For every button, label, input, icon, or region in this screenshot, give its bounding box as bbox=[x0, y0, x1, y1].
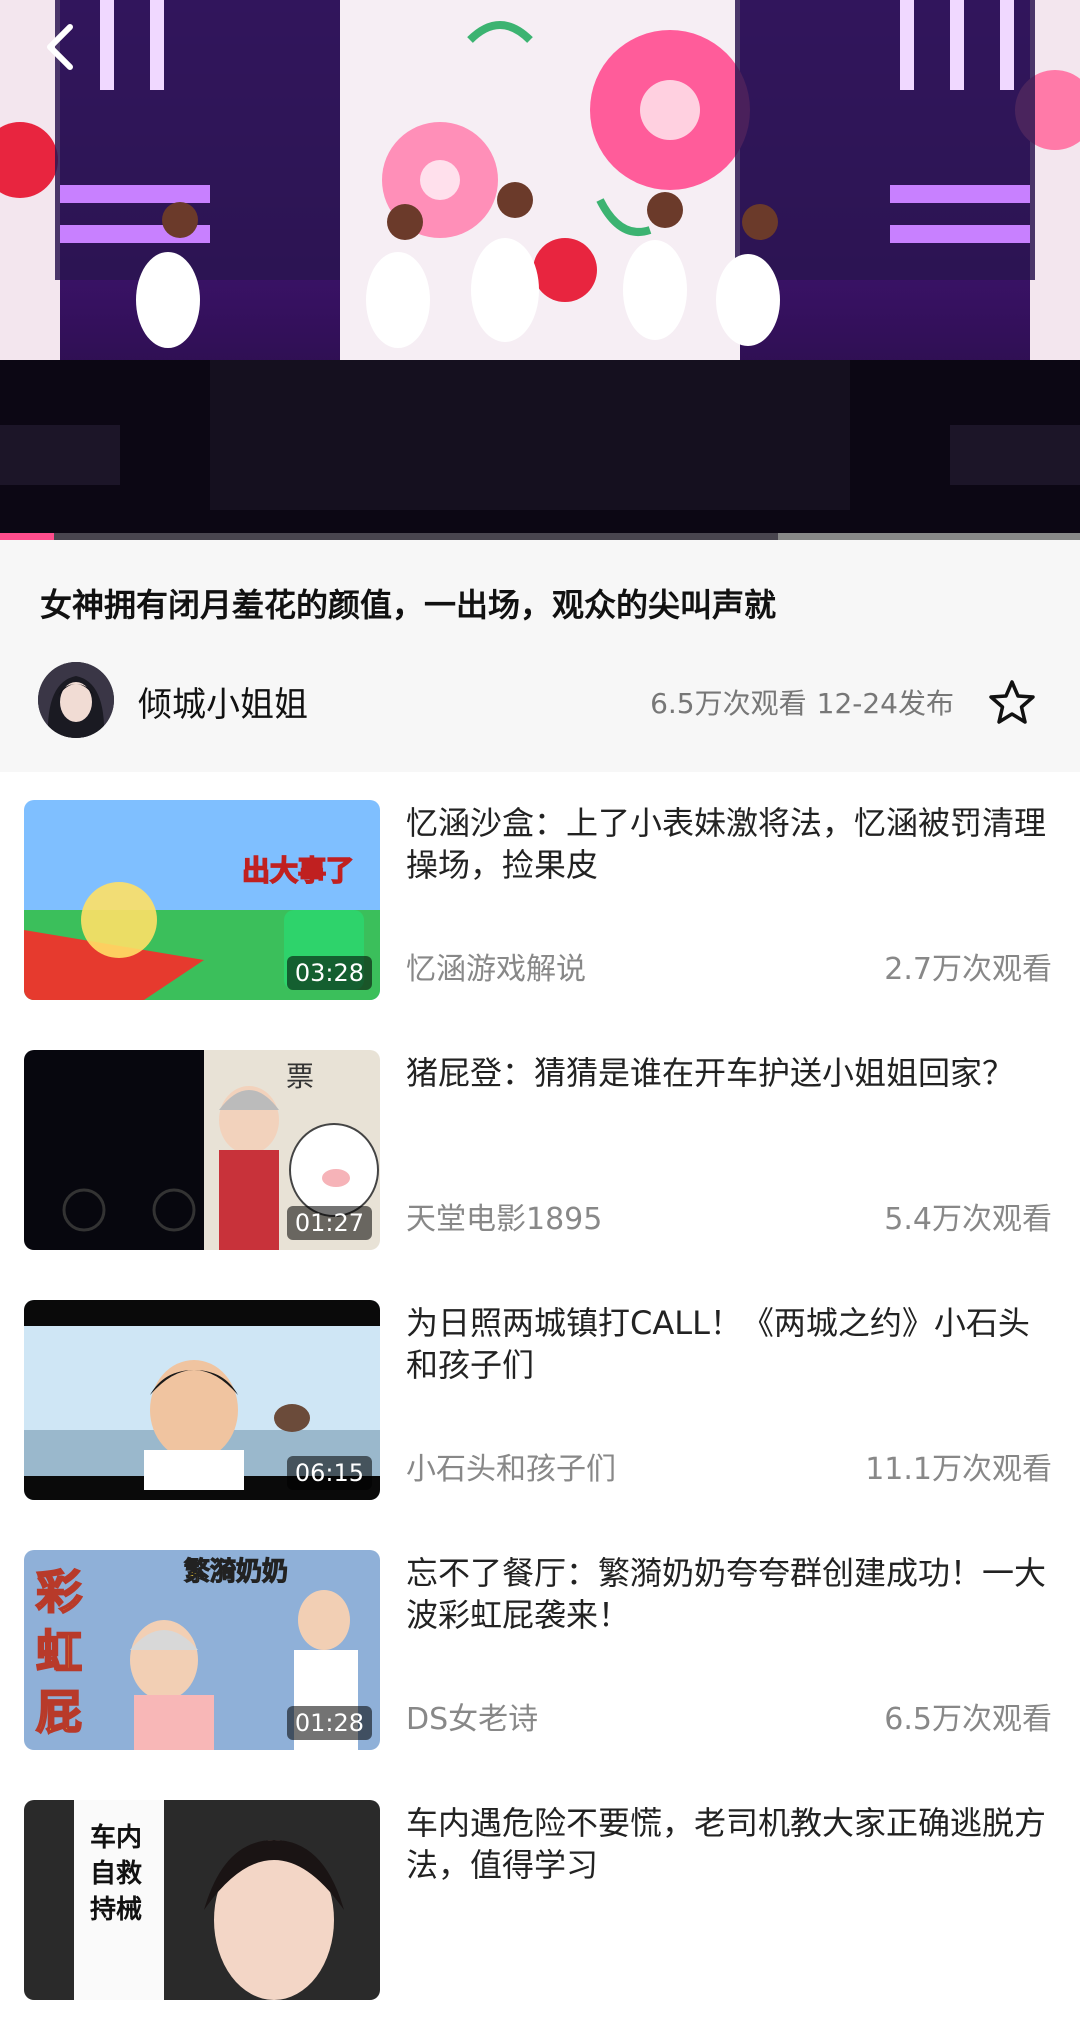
star-outline-icon bbox=[989, 680, 1035, 724]
related-video-views: 2.7万次观看 bbox=[884, 952, 1052, 987]
related-video-item[interactable]: 彩 虹 屁 繁漪奶奶 01:28 忘不了餐厅：繁漪奶奶夸夸群创建成功！一大波彩虹… bbox=[0, 1522, 1080, 1772]
video-info: 女神拥有闭月羞花的颜值，一出场，观众的尖叫声就 倾城小姐姐 6.5万次观看 12-… bbox=[0, 540, 1080, 772]
related-video-views: 11.1万次观看 bbox=[865, 1452, 1052, 1487]
buffered-bar bbox=[777, 533, 1080, 540]
progress-bar[interactable] bbox=[0, 533, 1080, 540]
related-video-item[interactable]: 票 01:27 猪屁登：猜猜是谁在开车护送小姐姐回家？ 天堂电影1895 5.4… bbox=[0, 1022, 1080, 1272]
thumbnail-image: 车内 自救 持械 bbox=[24, 1800, 380, 2000]
video-duration: 01:28 bbox=[286, 1706, 372, 1740]
svg-text:繁漪奶奶: 繁漪奶奶 bbox=[184, 1556, 288, 1587]
related-video-channel: 小石头和孩子们 bbox=[406, 1452, 616, 1487]
svg-text:车内: 车内 bbox=[90, 1822, 142, 1853]
svg-text:持械: 持械 bbox=[90, 1895, 142, 1925]
video-thumbnail: 彩 虹 屁 繁漪奶奶 01:28 bbox=[24, 1550, 380, 1750]
related-video-title: 为日照两城镇打CALL！《两城之约》小石头和孩子们 bbox=[406, 1304, 1030, 1384]
related-video-channel: DS女老诗 bbox=[406, 1702, 539, 1737]
related-video-title: 忆涵沙盒：上了小表妹激将法，忆涵被罚清理操场，捡果皮 bbox=[406, 804, 1047, 884]
video-thumbnail: 票 01:27 bbox=[24, 1050, 380, 1250]
related-video-title: 猪屁登：猜猜是谁在开车护送小姐姐回家？ bbox=[406, 1054, 1015, 1092]
video-thumbnail: 出大事了 03:28 bbox=[24, 800, 380, 1000]
video-duration: 06:15 bbox=[286, 1456, 372, 1490]
related-video-channel: 忆涵游戏解说 bbox=[406, 952, 586, 987]
related-video-item[interactable]: 出大事了 03:28 忆涵沙盒：上了小表妹激将法，忆涵被罚清理操场，捡果皮 忆涵… bbox=[0, 772, 1080, 1022]
related-video-title: 忘不了餐厅：繁漪奶奶夸夸群创建成功！一大波彩虹屁袭来！ bbox=[406, 1554, 1047, 1634]
publish-date: 12-24发布 bbox=[816, 687, 954, 720]
related-video-views: 5.4万次观看 bbox=[884, 1202, 1052, 1237]
author-name[interactable]: 倾城小姐姐 bbox=[138, 677, 308, 726]
svg-text:彩: 彩 bbox=[36, 1565, 82, 1619]
related-video-item[interactable]: 06:15 为日照两城镇打CALL！《两城之约》小石头和孩子们 小石头和孩子们 … bbox=[0, 1272, 1080, 1522]
video-thumbnail: 车内 自救 持械 bbox=[24, 1800, 380, 2000]
back-button[interactable] bbox=[40, 22, 104, 86]
related-video-item[interactable]: 车内 自救 持械 车内遇危险不要慌，老司机教大家正确逃脱方法，值得学习 bbox=[0, 1772, 1080, 2022]
video-thumbnail: 06:15 bbox=[24, 1300, 380, 1500]
svg-text:屁: 屁 bbox=[36, 1685, 82, 1739]
video-frame bbox=[0, 0, 1080, 540]
video-title: 女神拥有闭月羞花的颜值，一出场，观众的尖叫声就 bbox=[40, 586, 777, 624]
chevron-left-icon bbox=[47, 24, 73, 70]
view-count: 6.5万次观看 bbox=[650, 687, 807, 720]
video-duration: 03:28 bbox=[286, 956, 372, 990]
video-player[interactable] bbox=[0, 0, 1080, 540]
video-duration: 01:27 bbox=[286, 1206, 372, 1240]
related-video-title: 车内遇危险不要慌，老司机教大家正确逃脱方法，值得学习 bbox=[406, 1804, 1047, 1884]
svg-text:虹: 虹 bbox=[36, 1625, 82, 1679]
avatar-image bbox=[38, 662, 114, 738]
svg-text:票: 票 bbox=[286, 1060, 314, 1093]
related-video-channel: 天堂电影1895 bbox=[406, 1202, 603, 1237]
svg-text:出大事了: 出大事了 bbox=[242, 854, 354, 887]
progress-fill bbox=[0, 533, 54, 540]
svg-text:自救: 自救 bbox=[90, 1858, 142, 1889]
favorite-button[interactable] bbox=[984, 674, 1040, 730]
related-video-views: 6.5万次观看 bbox=[884, 1702, 1052, 1737]
author-avatar[interactable] bbox=[38, 662, 114, 738]
video-meta: 6.5万次观看 12-24发布 bbox=[650, 682, 954, 722]
